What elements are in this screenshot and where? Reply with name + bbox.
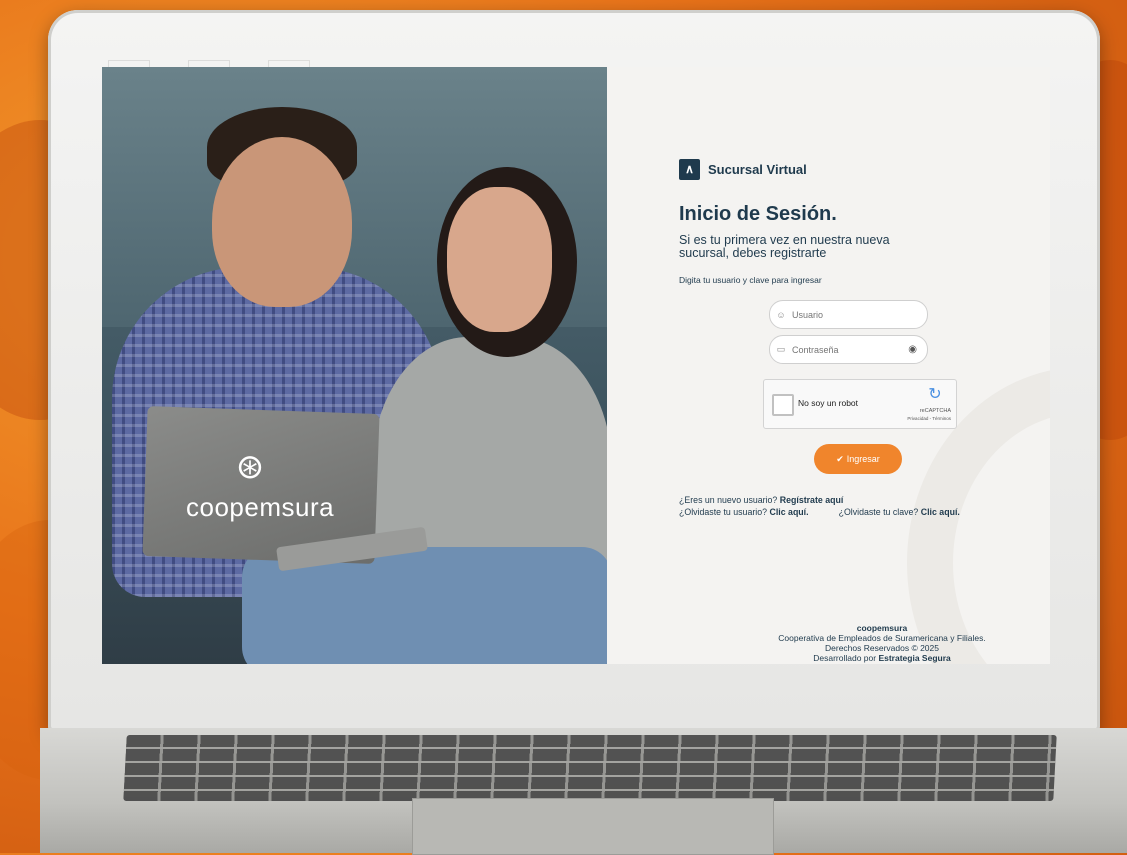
forgot-password-link[interactable]: Clic aquí.: [921, 506, 960, 518]
app-name: Sucursal Virtual: [708, 162, 807, 177]
login-button-label: Ingresar: [846, 454, 880, 464]
recaptcha-terms-link[interactable]: Privacidad - Términos: [907, 416, 951, 421]
forgot-user-link[interactable]: Clic aquí.: [769, 506, 808, 518]
recaptcha-checkbox[interactable]: [772, 394, 794, 416]
eye-icon[interactable]: ◉: [908, 344, 917, 355]
recaptcha-widget: No soy un robot ↻ reCAPTCHA Privacidad -…: [763, 379, 957, 429]
trackpad: [412, 798, 774, 855]
laptop-screen: ⊛ coopemsura ∧ Sucursal Virtual Inicio d…: [102, 67, 1050, 664]
register-row: ¿Eres un nuevo usuario? Regístrate aquí: [679, 495, 844, 505]
password-input[interactable]: [792, 344, 897, 355]
lock-icon: ▭: [776, 344, 786, 354]
username-field[interactable]: ☺: [769, 300, 928, 329]
footer-copyright: Derechos Reservados © 2025: [825, 643, 939, 653]
recaptcha-icon: ↻: [928, 386, 942, 403]
hero-photo: ⊛ coopemsura: [102, 67, 607, 664]
footer-brand: coopemsura: [856, 623, 908, 633]
brand-wordmark: coopemsura: [186, 492, 335, 522]
footer-company: Cooperativa de Empleados de Suramericana…: [778, 633, 986, 643]
recaptcha-brand: reCAPTCHA: [919, 408, 951, 414]
help-links: ¿Eres un nuevo usuario? Regístrate aquí …: [679, 494, 960, 518]
page-title: Inicio de Sesión.: [679, 203, 837, 225]
password-field[interactable]: ▭ ◉: [769, 335, 928, 364]
check-circle-icon: ✔: [836, 453, 844, 464]
login-panel: ∧ Sucursal Virtual Inicio de Sesión. Si …: [607, 67, 1050, 664]
login-button[interactable]: ✔ Ingresar: [814, 444, 902, 474]
app-logo: ∧ Sucursal Virtual: [679, 159, 807, 180]
page-subtitle: Si es tu primera vez en nuestra nueva su…: [679, 233, 890, 260]
developer-link[interactable]: Estrategia Segura: [878, 653, 950, 663]
login-hint: Digita tu usuario y clave para ingresar: [679, 275, 822, 285]
username-input[interactable]: [792, 309, 897, 320]
footer: coopemsura Cooperativa de Empleados de S…: [727, 623, 1037, 663]
coopemsura-logo-icon: ⊛: [235, 448, 265, 486]
keyboard: [123, 735, 1057, 801]
register-link[interactable]: Regístrate aquí: [780, 495, 844, 505]
user-icon: ☺: [776, 309, 786, 320]
recaptcha-label: No soy un robot: [798, 398, 859, 408]
chart-wave-icon: ∧: [679, 159, 700, 180]
forgot-row: ¿Olvidaste tu usuario? Clic aquí. ¿Olvid…: [679, 506, 960, 518]
